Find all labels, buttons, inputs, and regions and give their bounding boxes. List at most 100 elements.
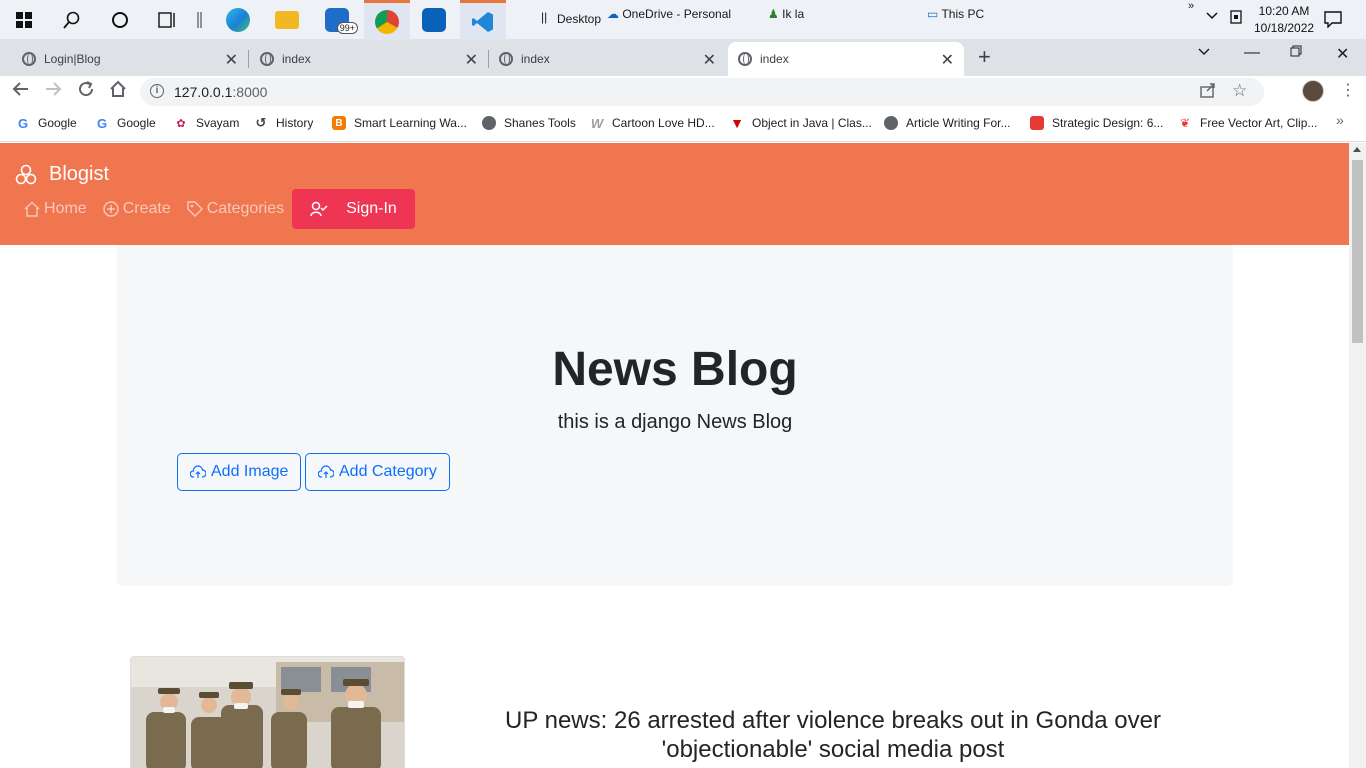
globe-icon [260,52,274,66]
tab-title: Login|Blog [44,52,101,66]
svayam-icon: ✿ [176,117,186,130]
add-image-button[interactable]: Add Image [177,453,302,491]
edge-browser-icon[interactable] [215,0,261,40]
nav-create-link[interactable]: Create [102,200,171,218]
windows-taskbar: 99+ || Desktop ☁ OneDrive - Personal ♟ I… [0,0,1366,40]
task-view-icon[interactable] [154,0,182,40]
tab-close-icon[interactable]: ✕ [465,50,478,70]
file-explorer-icon[interactable] [264,0,310,40]
reload-icon[interactable] [77,80,95,103]
toolbar-gripper: || [541,10,548,24]
tab-close-icon[interactable]: ✕ [941,50,954,70]
globe-icon [884,116,898,130]
network-icon[interactable] [1229,10,1243,27]
bookmark-item[interactable]: ↺ History [254,115,314,130]
browser-tab[interactable]: index ✕ [488,42,726,76]
brand-name: Blogist [49,163,110,185]
page-title: News Blog [552,343,798,396]
bookmark-item[interactable]: G Google [16,115,77,131]
bookmark-item[interactable]: Article Writing For... [884,116,1010,130]
tab-close-icon[interactable]: ✕ [225,50,238,70]
bookmarks-overflow-icon[interactable]: » [1336,112,1344,128]
profile-avatar[interactable] [1302,80,1324,102]
windows-start-icon[interactable] [10,0,38,40]
bookmark-item[interactable]: Strategic Design: 6... [1030,116,1163,130]
v-icon: ▼ [730,115,744,131]
google-icon: G [17,115,29,131]
forward-arrow-icon[interactable] [44,80,62,103]
bookmark-item[interactable]: ✿ Svayam [174,116,239,130]
monitor-icon: ▭ [927,7,939,21]
vscode-icon[interactable] [460,0,506,40]
tag-icon [187,201,203,217]
globe-icon [482,116,496,130]
bookmark-item[interactable]: Shanes Tools [482,116,576,130]
brand-logo-icon [15,164,37,184]
tab-close-icon[interactable]: ✕ [703,50,716,70]
user-folder-label[interactable]: ♟ Ik la [768,7,804,21]
page-subtitle: this is a django News Blog [557,411,793,433]
this-pc-label[interactable]: ▭ This PC [927,7,984,21]
browser-menu-icon[interactable]: ⋮ [1340,80,1356,100]
browser-tab[interactable]: index ✕ [248,42,488,76]
browser-tab-strip: Login|Blog ✕ index ✕ index ✕ index ✕ [0,40,1366,76]
sign-in-button[interactable]: Sign-In [292,189,415,229]
home-icon[interactable] [109,80,127,103]
site-brand[interactable]: Blogist [15,163,109,186]
post-title-link[interactable]: UP news: 26 arrested after violence brea… [470,706,1196,764]
google-icon: G [96,115,108,131]
bookmark-item[interactable]: ❦ Free Vector Art, Clip... [1178,116,1317,130]
onedrive-label[interactable]: ☁ OneDrive - Personal [607,7,731,21]
post-thumbnail[interactable] [130,656,405,768]
browser-tab-active[interactable]: index ✕ [728,42,964,76]
bookmark-item[interactable]: ▼ Object in Java | Clas... [730,115,872,131]
blogger-icon: B [332,116,346,130]
scroll-up-arrow-icon[interactable] [1353,147,1361,152]
cloud-upload-icon [318,465,334,478]
page-viewport: Blogist Home Create Categories Sign-In N… [0,143,1349,768]
user-icon: ♟ [768,7,779,21]
new-tab-button[interactable]: + [978,44,991,70]
onedrive-icon: ☁ [607,7,619,21]
chrome-icon[interactable] [364,0,410,40]
bookmark-item[interactable]: B Smart Learning Wa... [332,116,467,130]
add-category-button[interactable]: Add Category [305,453,450,491]
site-navbar: Blogist Home Create Categories Sign-In [0,143,1349,245]
bookmark-item[interactable]: G Google [95,115,156,131]
strategic-icon [1030,116,1044,130]
mail-icon[interactable]: 99+ [314,0,360,40]
history-icon: ↺ [255,115,267,130]
vector-icon: ❦ [1179,116,1191,130]
scrollbar-thumb[interactable] [1352,160,1363,343]
minimize-window-button[interactable]: — [1244,44,1260,62]
close-window-button[interactable]: ✕ [1336,44,1349,64]
browser-toolbar: i 127.0.0.1:8000 ☆ [0,76,1366,174]
browser-tab[interactable]: Login|Blog ✕ [0,42,248,76]
w-icon: W [590,115,604,131]
system-clock[interactable]: 10:20 AM 10/18/2022 [1254,3,1314,37]
notifications-icon[interactable] [1324,10,1342,31]
cortana-icon[interactable] [106,0,134,40]
nav-home-link[interactable]: Home [24,200,87,218]
search-icon[interactable] [58,0,86,40]
cloud-upload-icon [190,465,206,478]
nav-categories-link[interactable]: Categories [187,200,284,218]
clock-date: 10/18/2022 [1254,21,1315,35]
restore-window-button[interactable] [1290,44,1302,62]
bookmarks-bar: G Google G Google ✿ Svayam ↺ History B S… [0,108,1366,142]
page-scrollbar[interactable] [1349,143,1366,768]
bookmark-item[interactable]: W Cartoon Love HD... [590,115,715,131]
plus-circle-icon [102,201,119,217]
desktop-toolbar-label[interactable]: Desktop [557,12,601,26]
user-check-icon [310,201,328,217]
site-info-icon[interactable]: i [150,84,164,98]
address-bar[interactable]: i 127.0.0.1:8000 ☆ [140,78,1264,106]
bookmark-star-icon[interactable]: ☆ [1232,81,1247,101]
home-icon [24,201,40,217]
tab-search-icon[interactable] [1198,44,1210,62]
toolbar-overflow-icon[interactable]: » [1188,0,1194,12]
back-arrow-icon[interactable] [12,80,30,103]
share-icon[interactable] [1200,82,1216,102]
system-tray-chevron-icon[interactable] [1206,10,1218,24]
store-icon[interactable] [411,0,457,40]
